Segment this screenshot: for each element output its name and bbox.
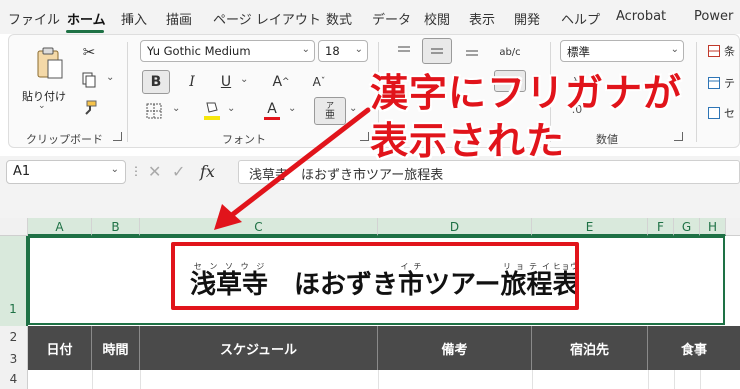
menu-draw[interactable]: 描画: [166, 9, 192, 28]
row-4-cells[interactable]: [28, 370, 740, 389]
grow-font-label: A: [272, 74, 283, 90]
cut-icon[interactable]: ✂: [78, 42, 100, 62]
number-launcher-icon[interactable]: [674, 132, 683, 141]
copy-icon[interactable]: [78, 70, 100, 90]
italic-button[interactable]: I: [180, 70, 204, 94]
column-header-b[interactable]: B: [92, 218, 140, 236]
name-box-chevron-icon: ⌄: [110, 164, 119, 175]
align-top-icon[interactable]: [392, 40, 416, 62]
cancel-icon[interactable]: ✕: [148, 162, 161, 181]
conditional-format-label: 条: [724, 45, 735, 58]
schedule-header-row: 日付 時間 スケジュール 備考 宿泊先 食事: [28, 326, 740, 370]
select-all-corner[interactable]: [0, 218, 28, 236]
number-format-select[interactable]: 標準 ⌄: [560, 40, 684, 62]
row-header-1[interactable]: 1: [0, 236, 28, 326]
menu-developer[interactable]: 開発: [514, 9, 540, 28]
font-size-select[interactable]: 18 ⌄: [318, 40, 368, 62]
wrap-text-icon[interactable]: ab/c: [494, 40, 526, 64]
grow-font-button[interactable]: A ^: [268, 70, 294, 94]
menu-acrobat[interactable]: Acrobat: [616, 9, 666, 24]
conditional-format-button[interactable]: 条: [708, 42, 740, 60]
format-as-table-label: テ: [724, 77, 735, 90]
row-header-4[interactable]: 4: [0, 370, 28, 389]
callout-arrow-icon: [214, 107, 371, 230]
menu-review[interactable]: 校閲: [424, 9, 450, 28]
menu-insert[interactable]: 挿入: [121, 9, 147, 28]
header-time[interactable]: 時間: [92, 326, 140, 370]
column-header-h[interactable]: H: [700, 218, 726, 236]
align-middle-icon[interactable]: [422, 38, 452, 64]
underline-button[interactable]: U: [214, 70, 238, 94]
font-name-select[interactable]: Yu Gothic Medium ⌄: [140, 40, 315, 62]
borders-chevron-icon[interactable]: ⌄: [172, 103, 180, 114]
active-tab-indicator: [66, 30, 104, 33]
grid-line: [140, 370, 141, 389]
grid-line: [648, 370, 649, 389]
menu-page-layout[interactable]: ページ レイアウト: [213, 9, 321, 28]
menu-file[interactable]: ファイル: [8, 9, 60, 28]
name-box[interactable]: A1 ⌄: [6, 160, 126, 184]
menu-bar: ファイル ホーム 挿入 描画 ページ レイアウト 数式 データ 校閲 表示 開発…: [0, 0, 740, 34]
name-box-value: A1: [13, 164, 31, 179]
column-header-d[interactable]: D: [378, 218, 532, 236]
highlight-box: [171, 242, 579, 310]
shrink-font-label: A: [312, 75, 321, 89]
column-header-e[interactable]: E: [532, 218, 648, 236]
paste-icon[interactable]: [30, 44, 70, 84]
menu-view[interactable]: 表示: [469, 9, 495, 28]
annotation-line-1: 漢字にフリガナが: [370, 71, 683, 115]
column-header-f[interactable]: F: [648, 218, 674, 236]
font-name-chevron-icon: ⌄: [301, 44, 310, 55]
underline-chevron-icon[interactable]: ⌄: [240, 74, 248, 85]
header-meals[interactable]: 食事: [648, 326, 740, 370]
grid-line: [674, 370, 675, 389]
shrink-font-button[interactable]: Aˇ: [306, 70, 332, 94]
row-header-2[interactable]: 2: [0, 326, 28, 348]
clipboard-launcher-icon[interactable]: [113, 132, 122, 141]
paste-dropdown-chevron-icon[interactable]: ⌄: [38, 101, 46, 111]
menu-help[interactable]: ヘルプ: [561, 9, 600, 28]
grid-line: [378, 370, 379, 389]
menu-power[interactable]: Power: [694, 9, 733, 24]
header-date[interactable]: 日付: [28, 326, 92, 370]
header-schedule[interactable]: スケジュール: [140, 326, 378, 370]
enter-icon[interactable]: ✓: [172, 162, 185, 181]
header-lodging[interactable]: 宿泊先: [532, 326, 648, 370]
font-name-value: Yu Gothic Medium: [147, 44, 251, 58]
column-header-g[interactable]: G: [674, 218, 700, 236]
cell-styles-label: セ: [724, 107, 735, 120]
ribbon-separator: [127, 42, 128, 142]
number-group-label: 数値: [596, 133, 618, 146]
grid-line: [700, 370, 701, 389]
borders-icon[interactable]: [142, 100, 166, 122]
grid-line: [532, 370, 533, 389]
number-format-chevron-icon: ⌄: [670, 44, 679, 55]
annotation-line-2: 表示された: [370, 119, 566, 163]
ribbon-separator: [696, 42, 697, 142]
menu-formulas[interactable]: 数式: [326, 9, 352, 28]
bold-button[interactable]: B: [142, 70, 170, 94]
grid-line: [92, 370, 93, 389]
number-format-value: 標準: [567, 45, 590, 59]
menu-data[interactable]: データ: [372, 9, 411, 28]
row-header-3[interactable]: 3: [0, 348, 28, 370]
column-header-a[interactable]: A: [28, 218, 92, 236]
clipboard-group-label: クリップボード: [26, 133, 103, 146]
header-notes[interactable]: 備考: [378, 326, 532, 370]
align-bottom-icon[interactable]: [460, 40, 484, 62]
format-painter-icon[interactable]: [78, 98, 100, 118]
font-size-value: 18: [325, 44, 340, 58]
copy-dropdown-chevron-icon[interactable]: ⌄: [106, 72, 114, 83]
cell-styles-button[interactable]: セ: [708, 104, 740, 122]
format-as-table-button[interactable]: テ: [708, 74, 740, 92]
menu-home[interactable]: ホーム: [67, 9, 106, 28]
font-size-chevron-icon: ⌄: [354, 44, 363, 55]
